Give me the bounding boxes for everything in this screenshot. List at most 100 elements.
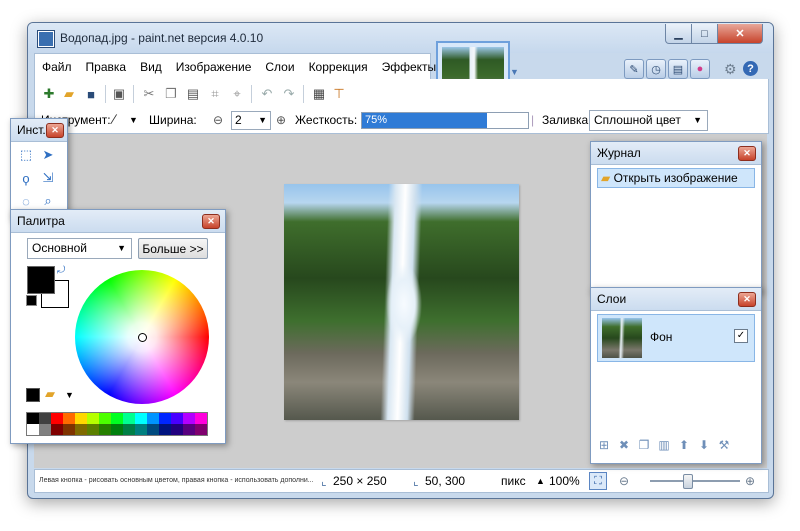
save-icon[interactable]: ■: [83, 86, 99, 102]
hardness-slider[interactable]: 75%: [361, 112, 529, 129]
fit-window-icon[interactable]: ⛶: [589, 472, 607, 490]
colors-window-icon[interactable]: ●: [690, 59, 710, 79]
settings-gear-icon[interactable]: ⚙: [724, 61, 737, 78]
palette-swatches[interactable]: [26, 412, 208, 436]
add-to-palette-icon[interactable]: [26, 388, 40, 402]
status-bar: Левая кнопка - рисовать основным цветом,…: [34, 469, 769, 493]
menu-effects[interactable]: Эффекты: [375, 60, 444, 74]
move-selected-icon[interactable]: ⇲: [39, 169, 57, 187]
tool-dropdown-icon[interactable]: ▼: [129, 115, 138, 125]
copy-icon[interactable]: ❐: [163, 86, 179, 102]
grid-icon[interactable]: ▦: [311, 86, 327, 102]
help-icon[interactable]: ?: [743, 61, 758, 76]
image-canvas[interactable]: [284, 184, 519, 420]
fill-select[interactable]: Сплошной цвет ▼: [589, 110, 708, 131]
width-increase-icon[interactable]: ⊕: [276, 113, 286, 127]
history-panel-close-icon[interactable]: ✕: [738, 146, 756, 161]
delete-layer-icon[interactable]: ✖: [617, 438, 631, 452]
palette-menu-icon[interactable]: ▰: [45, 386, 55, 402]
cursor-position-icon: ⌞: [413, 474, 419, 488]
color-mode-select[interactable]: Основной ▼: [27, 238, 132, 259]
tools-window-icon[interactable]: ✎: [624, 59, 644, 79]
cursor-position: 50, 300: [425, 474, 466, 488]
layer-toolbar: ⊞ ✖ ❐ ▥ ⬆ ⬇ ⚒: [597, 438, 731, 452]
swap-colors-icon[interactable]: ⤾: [57, 265, 65, 276]
paste-icon[interactable]: ▤: [185, 86, 201, 102]
merge-layer-icon[interactable]: ▥: [657, 438, 671, 452]
cut-icon[interactable]: ✂: [141, 86, 157, 102]
layer-name: Фон: [650, 330, 673, 344]
width-input[interactable]: 2 ▼: [231, 111, 271, 130]
menu-layers[interactable]: Слои: [258, 60, 301, 74]
tools-panel: Инст... ✕ ⬚ ➤ ϙ ⇲ ◌ ⌕: [10, 118, 68, 220]
zoom-value[interactable]: 100%: [549, 474, 580, 488]
menu-image[interactable]: Изображение: [169, 60, 259, 74]
reset-colors-icon[interactable]: [26, 295, 37, 306]
ruler-icon[interactable]: ⊤: [331, 86, 347, 102]
history-panel: Журнал ✕ ▰ Открыть изображение: [590, 141, 762, 293]
units-select[interactable]: пикс: [501, 474, 526, 488]
history-item[interactable]: ▰ Открыть изображение: [597, 168, 755, 188]
duplicate-layer-icon[interactable]: ❐: [637, 438, 651, 452]
layers-panel: Слои ✕ Фон ✓ ⊞ ✖ ❐ ▥ ⬆ ⬇ ⚒: [590, 287, 762, 464]
open-folder-icon[interactable]: ▰: [61, 86, 77, 102]
layers-panel-titlebar[interactable]: Слои ✕: [591, 288, 761, 311]
palette-panel-title: Палитра: [17, 214, 65, 228]
image-list-dropdown-icon[interactable]: ▼: [510, 67, 519, 77]
history-window-icon[interactable]: ◷: [646, 59, 666, 79]
image-size-icon: ⌞: [321, 474, 327, 488]
palette-panel-close-icon[interactable]: ✕: [202, 214, 220, 229]
brush-tool-icon[interactable]: ∕: [113, 111, 115, 127]
units-dropdown-icon[interactable]: ▲: [536, 476, 545, 486]
tool-options-bar: Инструмент: ∕ ▼ Ширина: ⊖ 2 ▼ ⊕ Жесткост…: [34, 109, 769, 134]
color-mode-dropdown-icon: ▼: [117, 243, 126, 253]
crop-icon[interactable]: ⌗: [207, 86, 223, 102]
move-layer-down-icon[interactable]: ⬇: [697, 438, 711, 452]
palette-panel: Палитра ✕ Основной ▼ Больше >> ⤾ ▰ ▼: [10, 209, 226, 444]
move-layer-up-icon[interactable]: ⬆: [677, 438, 691, 452]
new-image-icon[interactable]: ✚: [41, 86, 57, 102]
history-panel-titlebar[interactable]: Журнал ✕: [591, 142, 761, 165]
menu-bar: Файл Правка Вид Изображение Слои Коррекц…: [34, 53, 436, 80]
maximize-button[interactable]: □: [691, 24, 718, 44]
tools-panel-close-icon[interactable]: ✕: [46, 123, 64, 138]
image-size: 250 × 250: [333, 474, 387, 488]
menu-view[interactable]: Вид: [133, 60, 169, 74]
undo-icon[interactable]: ↶: [259, 86, 275, 102]
layer-properties-icon[interactable]: ⚒: [717, 438, 731, 452]
status-hint: Левая кнопка - рисовать основным цветом,…: [39, 477, 314, 484]
tools-panel-titlebar[interactable]: Инст... ✕: [11, 119, 67, 142]
history-item-label: Открыть изображение: [613, 171, 738, 185]
layers-panel-close-icon[interactable]: ✕: [738, 292, 756, 307]
lasso-select-icon[interactable]: ϙ: [17, 169, 35, 187]
palette-dropdown-icon[interactable]: ▼: [65, 390, 74, 400]
hardness-value: 75%: [362, 113, 487, 128]
history-panel-title: Журнал: [597, 146, 641, 160]
palette-panel-titlebar[interactable]: Палитра ✕: [11, 210, 225, 233]
zoom-slider-track[interactable]: [650, 480, 740, 482]
zoom-slider-thumb[interactable]: [683, 474, 693, 489]
layer-row[interactable]: Фон ✓: [597, 314, 755, 362]
deselect-icon[interactable]: ⌖: [229, 86, 245, 102]
menu-adjustments[interactable]: Коррекция: [302, 60, 375, 74]
zoom-out-icon[interactable]: ⊖: [619, 474, 629, 488]
menu-edit[interactable]: Правка: [79, 60, 134, 74]
minimize-button[interactable]: ▁: [665, 24, 692, 44]
print-icon[interactable]: ▣: [111, 86, 127, 102]
layers-window-icon[interactable]: ▤: [668, 59, 688, 79]
width-decrease-icon[interactable]: ⊖: [213, 113, 223, 127]
move-selection-icon[interactable]: ➤: [39, 146, 57, 164]
primary-color-swatch[interactable]: [27, 266, 55, 294]
redo-icon[interactable]: ↷: [281, 86, 297, 102]
layer-visibility-checkbox[interactable]: ✓: [734, 329, 748, 343]
add-layer-icon[interactable]: ⊞: [597, 438, 611, 452]
close-button[interactable]: ✕: [717, 24, 763, 44]
menu-file[interactable]: Файл: [35, 60, 79, 74]
width-dropdown-icon: ▼: [258, 115, 267, 125]
zoom-tool-icon[interactable]: ⌕: [39, 192, 57, 210]
ellipse-select-icon[interactable]: ◌: [17, 192, 35, 210]
zoom-in-icon[interactable]: ⊕: [745, 474, 755, 488]
color-wheel-cursor[interactable]: [138, 333, 147, 342]
more-button[interactable]: Больше >>: [138, 238, 208, 259]
rectangle-select-icon[interactable]: ⬚: [17, 146, 35, 164]
